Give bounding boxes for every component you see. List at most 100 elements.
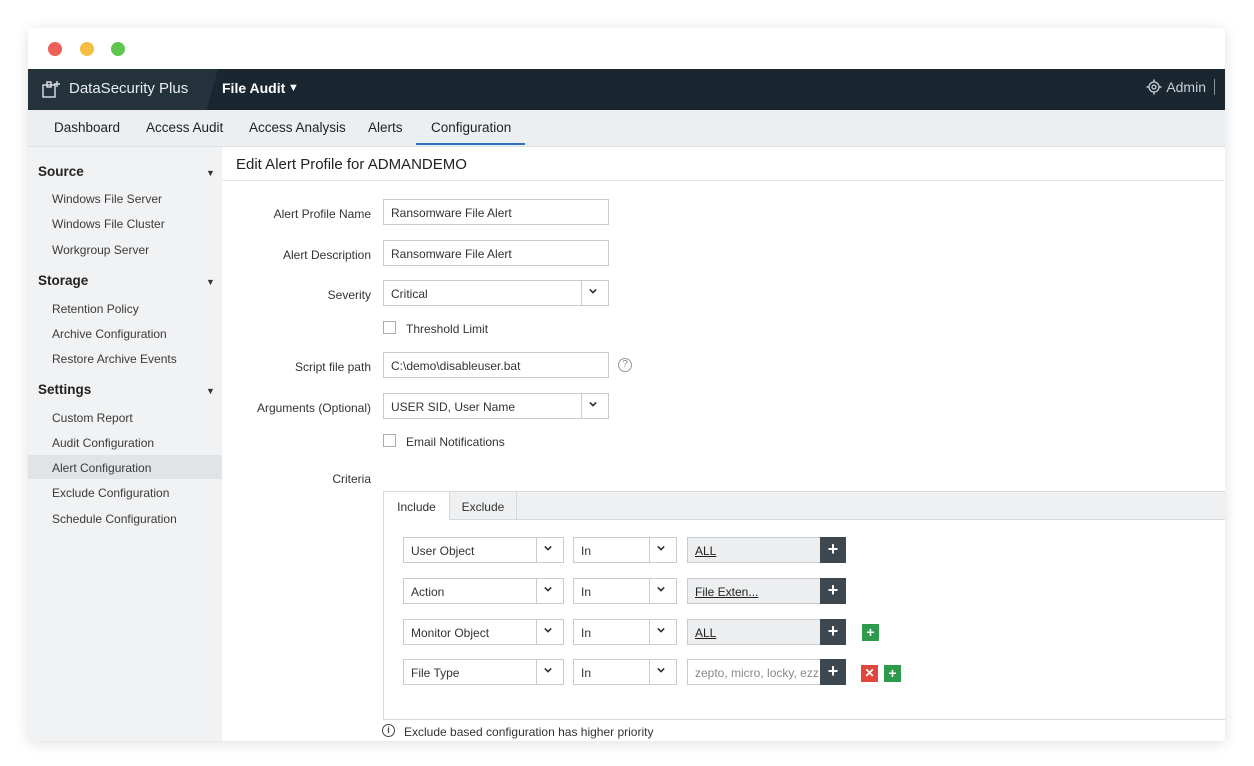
severity-value: Critical: [391, 287, 428, 301]
admin-menu[interactable]: Admin: [1146, 79, 1215, 95]
alert-description-input[interactable]: Ransomware File Alert: [383, 240, 609, 266]
chevron-down-icon: [657, 627, 665, 633]
add-value-button[interactable]: +: [820, 537, 846, 563]
criteria-tabs: Include Exclude: [384, 492, 1225, 520]
sidebar-item-restore-archive-events[interactable]: Restore Archive Events: [52, 352, 177, 366]
minimize-window-button[interactable]: [80, 42, 94, 56]
criteria-field-dropdown-button[interactable]: [536, 538, 563, 562]
tab-include[interactable]: Include: [384, 492, 450, 520]
criteria-operator-value: In: [581, 585, 592, 599]
criteria-field-value: File Type: [411, 666, 460, 680]
criteria-operator-dropdown-button[interactable]: [649, 620, 676, 644]
arguments-select[interactable]: USER SID, User Name: [383, 393, 609, 419]
caret-down-icon[interactable]: ▼: [206, 168, 215, 178]
criteria-value-link[interactable]: File Exten...: [687, 578, 821, 604]
alert-profile-name-input[interactable]: Ransomware File Alert: [383, 199, 609, 225]
chevron-down-icon: [544, 586, 552, 592]
sidebar-item-retention-policy[interactable]: Retention Policy: [52, 302, 139, 316]
criteria-operator-select[interactable]: In: [573, 537, 677, 563]
arguments-dropdown-button[interactable]: [581, 394, 608, 418]
chevron-down-icon: [657, 667, 665, 673]
add-value-button[interactable]: +: [820, 578, 846, 604]
sidebar-item-archive-configuration[interactable]: Archive Configuration: [52, 327, 167, 341]
criteria-operator-dropdown-button[interactable]: [649, 660, 676, 684]
criteria-field-value: Action: [411, 585, 445, 599]
brand[interactable]: DataSecurity Plus: [28, 69, 218, 110]
alert-description-label: Alert Description: [282, 248, 371, 262]
sidebar-item-workgroup-server[interactable]: Workgroup Server: [52, 243, 149, 257]
criteria-value-link[interactable]: ALL: [687, 537, 821, 563]
criteria-field-value: Monitor Object: [411, 626, 490, 640]
severity-dropdown-button[interactable]: [581, 281, 608, 305]
criteria-field-select[interactable]: Monitor Object: [403, 619, 564, 645]
criteria-operator-dropdown-button[interactable]: [649, 579, 676, 603]
window-titlebar: [28, 28, 1225, 69]
gear-icon: [1146, 79, 1162, 95]
criteria-operator-value: In: [581, 626, 592, 640]
sidebar-section-settings[interactable]: Settings: [38, 382, 91, 397]
sidebar-item-custom-report[interactable]: Custom Report: [52, 411, 133, 425]
arguments-label: Arguments (Optional): [256, 401, 371, 415]
page-title: Edit Alert Profile for ADMANDEMO: [236, 156, 467, 173]
chevron-down-icon: [657, 586, 665, 592]
criteria-operator-value: In: [581, 666, 592, 680]
sidebar-item-audit-configuration[interactable]: Audit Configuration: [52, 436, 154, 450]
chevron-down-icon: [544, 545, 552, 551]
active-tab-indicator: [416, 143, 525, 145]
tab-dashboard[interactable]: Dashboard: [54, 120, 120, 135]
sidebar-section-storage[interactable]: Storage: [38, 273, 88, 288]
add-criteria-row-button[interactable]: +: [862, 624, 879, 641]
main-nav-tabs: Dashboard Access Audit Access Analysis A…: [28, 110, 1225, 147]
add-value-button[interactable]: +: [820, 659, 846, 685]
sidebar-item-windows-file-server[interactable]: Windows File Server: [52, 192, 162, 206]
criteria-field-select[interactable]: User Object: [403, 537, 564, 563]
remove-criteria-row-button[interactable]: ✕: [861, 665, 878, 682]
criteria-field-value: User Object: [411, 544, 475, 558]
chevron-down-icon: [544, 627, 552, 633]
caret-down-icon[interactable]: ▼: [206, 277, 215, 287]
close-window-button[interactable]: [48, 42, 62, 56]
caret-down-icon[interactable]: ▼: [288, 82, 299, 94]
caret-down-icon[interactable]: ▼: [206, 386, 215, 396]
criteria-operator-dropdown-button[interactable]: [649, 538, 676, 562]
help-icon[interactable]: ?: [618, 358, 632, 372]
criteria-operator-select[interactable]: In: [573, 659, 677, 685]
sidebar-item-alert-configuration[interactable]: Alert Configuration: [52, 461, 151, 475]
criteria-operator-select[interactable]: In: [573, 578, 677, 604]
email-notifications-checkbox[interactable]: [383, 434, 396, 447]
criteria-operator-select[interactable]: In: [573, 619, 677, 645]
maximize-window-button[interactable]: [111, 42, 125, 56]
sidebar-item-schedule-configuration[interactable]: Schedule Configuration: [52, 512, 177, 526]
criteria-value-link[interactable]: ALL: [687, 619, 821, 645]
header-divider: [1214, 79, 1215, 95]
severity-select[interactable]: Critical: [383, 280, 609, 306]
title-divider: [222, 180, 1225, 181]
sidebar-section-source[interactable]: Source: [38, 164, 84, 179]
main-content: Edit Alert Profile for ADMANDEMO Alert P…: [222, 147, 1225, 741]
module-switcher[interactable]: File Audit: [222, 80, 285, 96]
add-value-button[interactable]: +: [820, 619, 846, 645]
script-file-path-input[interactable]: C:\demo\disableuser.bat: [383, 352, 609, 378]
sidebar-item-exclude-configuration[interactable]: Exclude Configuration: [52, 486, 169, 500]
tab-alerts[interactable]: Alerts: [368, 120, 403, 135]
criteria-label: Criteria: [332, 472, 371, 486]
tab-access-analysis[interactable]: Access Analysis: [249, 120, 346, 135]
criteria-field-dropdown-button[interactable]: [536, 579, 563, 603]
tab-configuration[interactable]: Configuration: [431, 120, 511, 135]
tab-exclude[interactable]: Exclude: [450, 492, 517, 519]
chevron-down-icon: [589, 401, 597, 407]
criteria-field-select[interactable]: Action: [403, 578, 564, 604]
criteria-operator-value: In: [581, 544, 592, 558]
email-notifications-label: Email Notifications: [406, 435, 505, 449]
criteria-field-dropdown-button[interactable]: [536, 620, 563, 644]
brand-name: DataSecurity Plus: [69, 80, 189, 97]
threshold-limit-checkbox[interactable]: [383, 321, 396, 334]
criteria-value-input[interactable]: zepto, micro, locky, ezz,: [687, 659, 821, 685]
sidebar-item-windows-file-cluster[interactable]: Windows File Cluster: [52, 217, 165, 231]
criteria-field-select[interactable]: File Type: [403, 659, 564, 685]
arguments-value: USER SID, User Name: [391, 400, 516, 414]
criteria-field-dropdown-button[interactable]: [536, 660, 563, 684]
tab-access-audit[interactable]: Access Audit: [146, 120, 223, 135]
info-note: Exclude based configuration has higher p…: [404, 725, 654, 739]
add-criteria-row-button[interactable]: +: [884, 665, 901, 682]
